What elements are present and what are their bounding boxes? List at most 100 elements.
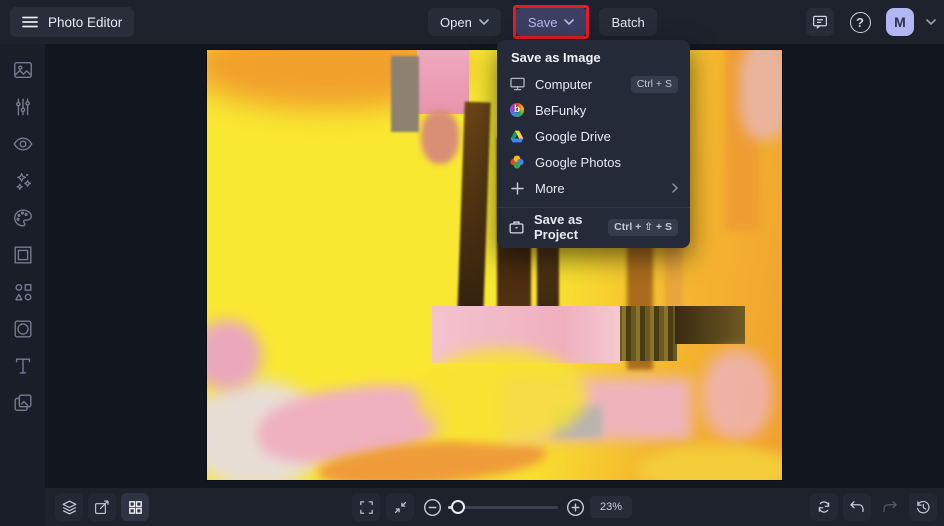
top-bar: Photo Editor Open Save Batch ? M bbox=[0, 0, 944, 44]
sliders-icon bbox=[15, 98, 30, 116]
sidebar-item-touch-up[interactable] bbox=[12, 133, 34, 155]
plus-circle-icon bbox=[566, 498, 584, 516]
menu-item-befunky[interactable]: b BeFunky bbox=[497, 97, 690, 123]
save-annotation-highlight: Save bbox=[512, 5, 590, 39]
batch-button-label: Batch bbox=[611, 14, 645, 30]
shortcut-badge: Ctrl + ⇧ + S bbox=[608, 218, 678, 236]
menu-item-label: Save as Project bbox=[534, 212, 583, 242]
paint-feature bbox=[421, 110, 459, 164]
fit-to-screen-button[interactable] bbox=[386, 493, 414, 521]
menu-item-google-photos[interactable]: Google Photos bbox=[497, 149, 690, 175]
sidebar-item-textures[interactable] bbox=[12, 392, 34, 414]
grid-icon bbox=[128, 500, 142, 514]
menu-item-more[interactable]: More bbox=[497, 175, 690, 201]
image-manager-button[interactable] bbox=[121, 493, 149, 521]
zoom-percent-badge[interactable]: 23% bbox=[590, 496, 632, 518]
save-button[interactable]: Save bbox=[515, 8, 587, 36]
zoom-in-button[interactable] bbox=[561, 493, 589, 521]
layers-button[interactable] bbox=[55, 493, 83, 521]
batch-button[interactable]: Batch bbox=[599, 8, 657, 36]
paint-feature bbox=[739, 50, 782, 140]
paint-feature bbox=[637, 445, 782, 480]
feedback-button[interactable] bbox=[806, 8, 834, 36]
layers-icon bbox=[62, 500, 76, 514]
briefcase-icon bbox=[509, 220, 524, 234]
topbar-center-group: Open Save Batch bbox=[428, 5, 657, 39]
refresh-button[interactable] bbox=[810, 493, 838, 521]
sparkles-icon bbox=[16, 173, 31, 190]
paint-feature bbox=[457, 101, 491, 317]
overlay-icon bbox=[14, 320, 31, 338]
menu-item-computer[interactable]: Computer Ctrl + S bbox=[497, 71, 690, 97]
redo-button[interactable] bbox=[876, 493, 904, 521]
paint-feature bbox=[391, 56, 419, 132]
fullscreen-button[interactable] bbox=[352, 493, 380, 521]
avatar[interactable]: M bbox=[886, 8, 914, 36]
canvas-image[interactable] bbox=[207, 50, 782, 480]
undo-icon bbox=[850, 501, 864, 513]
frame-icon bbox=[14, 246, 31, 264]
paint-feature bbox=[675, 306, 745, 344]
sidebar-item-text[interactable] bbox=[12, 355, 34, 377]
paint-feature bbox=[617, 306, 677, 361]
tools-sidebar bbox=[0, 44, 45, 526]
app-title: Photo Editor bbox=[48, 14, 123, 30]
sidebar-item-graphics[interactable] bbox=[12, 281, 34, 303]
redo-icon bbox=[883, 501, 897, 513]
main-menu-button[interactable]: Photo Editor bbox=[10, 7, 135, 37]
expand-icon bbox=[359, 500, 373, 514]
resize-button[interactable] bbox=[88, 493, 116, 521]
paint-feature bbox=[702, 350, 772, 440]
sync-icon bbox=[818, 501, 830, 513]
shortcut-badge: Ctrl + S bbox=[630, 75, 678, 93]
sidebar-item-adjust[interactable] bbox=[12, 96, 34, 118]
menu-item-label: BeFunky bbox=[535, 102, 587, 118]
computer-icon bbox=[509, 77, 525, 91]
hamburger-icon bbox=[22, 16, 38, 28]
zoom-slider-handle[interactable] bbox=[451, 500, 465, 514]
layered-images-icon bbox=[14, 394, 31, 412]
chevron-right-icon bbox=[672, 183, 678, 193]
text-icon bbox=[15, 358, 30, 374]
sidebar-item-frames[interactable] bbox=[12, 244, 34, 266]
chevron-down-icon bbox=[564, 19, 575, 25]
befunky-logo-icon: b bbox=[509, 103, 525, 117]
paint-feature bbox=[417, 348, 587, 443]
google-drive-icon bbox=[509, 130, 525, 143]
workspace bbox=[45, 44, 944, 488]
topbar-right-group: ? M bbox=[806, 8, 936, 36]
menu-item-google-drive[interactable]: Google Drive bbox=[497, 123, 690, 149]
sidebar-item-overlays[interactable] bbox=[12, 318, 34, 340]
sidebar-item-effects[interactable] bbox=[12, 170, 34, 192]
help-button[interactable]: ? bbox=[846, 8, 874, 36]
google-photos-icon bbox=[509, 155, 525, 169]
account-chevron-down-icon[interactable] bbox=[926, 19, 936, 25]
save-menu-header: Save as Image bbox=[511, 50, 601, 65]
history-button[interactable] bbox=[909, 493, 937, 521]
open-button[interactable]: Open bbox=[428, 8, 501, 36]
sidebar-item-edit[interactable] bbox=[12, 59, 34, 81]
menu-divider bbox=[497, 207, 690, 208]
palette-icon bbox=[13, 209, 32, 227]
bottom-bar: 23% bbox=[45, 488, 944, 526]
chat-bubble-icon bbox=[811, 13, 829, 31]
save-button-label: Save bbox=[527, 14, 558, 30]
sidebar-item-artsy[interactable] bbox=[12, 207, 34, 229]
menu-item-label: Google Photos bbox=[535, 154, 622, 170]
zoom-out-button[interactable] bbox=[418, 493, 446, 521]
chevron-down-icon bbox=[479, 19, 489, 25]
undo-button[interactable] bbox=[843, 493, 871, 521]
save-dropdown-menu: Save as Image Computer Ctrl + S b BeFunk… bbox=[497, 40, 690, 248]
collapse-icon bbox=[394, 501, 406, 513]
avatar-initial: M bbox=[894, 14, 906, 30]
photo-editor-app: Photo Editor Open Save Batch ? M Save as… bbox=[0, 0, 944, 526]
zoom-slider[interactable] bbox=[448, 500, 558, 514]
paint-feature bbox=[417, 50, 469, 114]
menu-item-label: Google Drive bbox=[535, 128, 611, 144]
resize-icon bbox=[95, 500, 109, 514]
menu-item-save-as-project[interactable]: Save as Project Ctrl + ⇧ + S bbox=[497, 212, 690, 242]
photo-icon bbox=[13, 61, 32, 79]
history-clock-icon bbox=[917, 500, 930, 514]
menu-item-label: Computer bbox=[535, 76, 593, 92]
shapes-icon bbox=[14, 283, 31, 301]
